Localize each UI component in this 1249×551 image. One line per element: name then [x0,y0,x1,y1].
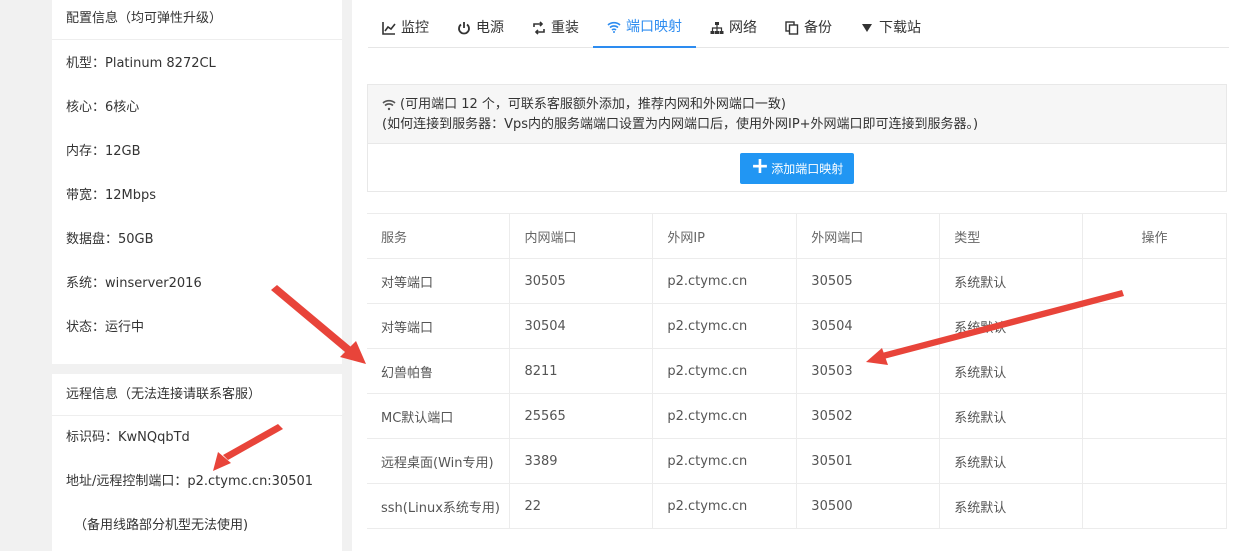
cell-service: 对等端口 [367,258,510,304]
spec-cores: 核心：6核心 [66,100,140,115]
table-row: 对等端口 30504 p2.ctymc.cn 30504 系统默认 [367,303,1227,349]
tab-network-label: 网络 [729,20,757,36]
cell-service: 幻兽帕鲁 [367,348,510,394]
plus-icon: + [750,153,770,179]
tab-port-mapping[interactable]: 端口映射 [593,8,696,48]
port-info-head: (可用端口 12 个，可联系客服额外添加，推荐内网和外网端口一致) (如何连接到… [368,85,1226,144]
table-row: ssh(Linux系统专用) 22 p2.ctymc.cn 30500 系统默认 [367,483,1227,529]
col-external-ip: 外网IP [652,213,797,259]
table-row: 对等端口 30505 p2.ctymc.cn 30505 系统默认 [367,258,1227,304]
cell-internal-port: 8211 [509,348,653,394]
wifi-icon [382,99,396,111]
cell-actions [1082,348,1227,394]
cell-external-port: 30502 [796,393,940,439]
col-type: 类型 [939,213,1083,259]
cell-service: MC默认端口 [367,393,510,439]
spec-model: 机型：Platinum 8272CL [66,56,216,71]
cell-type: 系统默认 [939,348,1083,394]
wifi-icon [607,21,621,33]
cell-external-ip: p2.ctymc.cn [652,483,797,529]
copy-icon [785,21,799,35]
cell-internal-port: 3389 [509,438,653,484]
add-port-mapping-label: 添加端口映射 [771,162,844,176]
chart-line-icon [382,22,396,35]
remote-title: 远程信息（无法连接请联系客服） [52,374,342,416]
cell-internal-port: 30504 [509,303,653,349]
remote-address: 地址/远程控制端口：p2.ctymc.cn:30501 [66,474,314,489]
spec-bandwidth: 带宽：12Mbps [66,188,157,203]
tab-download[interactable]: 下载站 [846,8,935,48]
cell-external-ip: p2.ctymc.cn [652,303,797,349]
config-title: 配置信息（均可弹性升级） [52,0,342,40]
tab-power[interactable]: 电源 [443,8,518,48]
config-panel: 配置信息（均可弹性升级） 机型：Platinum 8272CL 核心：6核心 内… [52,0,342,364]
cell-internal-port: 22 [509,483,653,529]
cell-external-port: 30503 [796,348,940,394]
tab-power-label: 电源 [476,20,504,36]
retweet-icon [533,21,545,35]
remote-note: （备用线路部分机型无法使用) [74,518,249,533]
sitemap-icon [710,22,724,34]
tab-backup[interactable]: 备份 [771,8,846,48]
table-row: MC默认端口 25565 p2.ctymc.cn 30502 系统默认 [367,393,1227,439]
port-info-box: (可用端口 12 个，可联系客服额外添加，推荐内网和外网端口一致) (如何连接到… [367,84,1227,192]
tab-monitor[interactable]: 监控 [368,8,443,48]
remote-id: 标识码：KwNQqbTd [66,430,190,445]
tab-port-mapping-label: 端口映射 [626,19,682,35]
remote-panel: 远程信息（无法连接请联系客服） 标识码：KwNQqbTd 地址/远程控制端口：p… [52,374,342,551]
col-external-port: 外网端口 [796,213,940,259]
table-row: 幻兽帕鲁 8211 p2.ctymc.cn 30503 系统默认 [367,348,1227,394]
cell-actions [1082,303,1227,349]
cell-external-port: 30504 [796,303,940,349]
cell-external-ip: p2.ctymc.cn [652,348,797,394]
cell-type: 系统默认 [939,393,1083,439]
cell-actions [1082,393,1227,439]
cell-type: 系统默认 [939,438,1083,484]
spec-disk: 数据盘：50GB [66,232,154,247]
spec-status: 状态：运行中 [66,320,145,335]
cell-actions [1082,438,1227,484]
cell-service: 对等端口 [367,303,510,349]
add-port-mapping-button[interactable]: + 添加端口映射 [740,153,854,184]
main-panel: 监控 电源 重装 端口映射 网络 备份 下载站 (可用端口 12 个，可联系客服… [352,0,1249,551]
cell-type: 系统默认 [939,483,1083,529]
cell-external-port: 30500 [796,483,940,529]
tab-monitor-label: 监控 [401,20,429,36]
cell-type: 系统默认 [939,258,1083,304]
cell-external-ip: p2.ctymc.cn [652,258,797,304]
table-row: 远程桌面(Win专用) 3389 p2.ctymc.cn 30501 系统默认 [367,438,1227,484]
tab-reinstall[interactable]: 重装 [518,8,593,48]
power-icon [458,22,470,35]
spec-memory: 内存：12GB [66,144,141,159]
cell-external-port: 30501 [796,438,940,484]
cell-actions [1082,483,1227,529]
table-header-row: 服务 内网端口 外网IP 外网端口 类型 操作 [367,213,1227,259]
spec-list: 机型：Platinum 8272CL 核心：6核心 内存：12GB 带宽：12M… [52,42,342,350]
cell-external-port: 30505 [796,258,940,304]
col-actions: 操作 [1082,213,1227,259]
tab-reinstall-label: 重装 [551,20,579,36]
port-info-line1: (可用端口 12 个，可联系客服额外添加，推荐内网和外网端口一致) [400,97,786,112]
col-service: 服务 [367,213,510,259]
tab-backup-label: 备份 [804,20,832,36]
cell-actions [1082,258,1227,304]
col-internal-port: 内网端口 [509,213,653,259]
cell-service: ssh(Linux系统专用) [367,483,510,529]
port-table: 服务 内网端口 外网IP 外网端口 类型 操作 对等端口 30505 p2.ct… [367,213,1227,529]
cell-service: 远程桌面(Win专用) [367,438,510,484]
cell-internal-port: 25565 [509,393,653,439]
cell-type: 系统默认 [939,303,1083,349]
tab-bar: 监控 电源 重装 端口映射 网络 备份 下载站 [368,8,1229,48]
spec-os: 系统：winserver2016 [66,276,202,291]
tab-download-label: 下载站 [879,20,921,36]
cell-internal-port: 30505 [509,258,653,304]
cell-external-ip: p2.ctymc.cn [652,438,797,484]
tab-network[interactable]: 网络 [696,8,771,48]
port-info-line2: (如何连接到服务器：Vps内的服务端端口设置为内网端口后，使用外网IP+外网端口… [382,117,979,132]
cell-external-ip: p2.ctymc.cn [652,393,797,439]
caret-down-icon [862,24,872,32]
